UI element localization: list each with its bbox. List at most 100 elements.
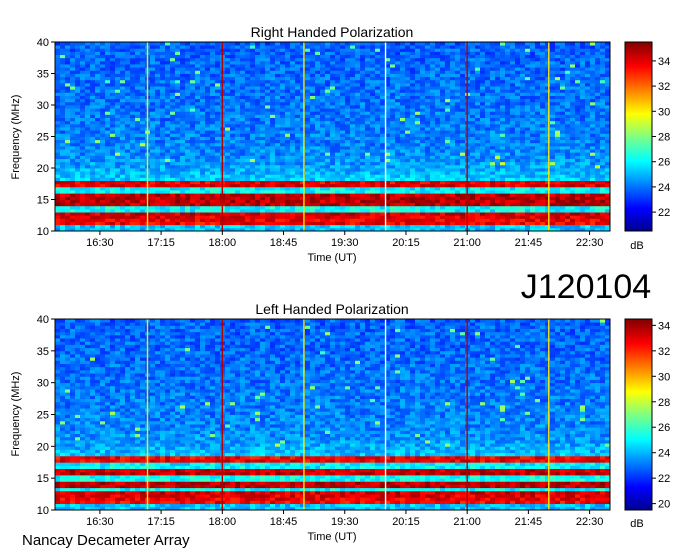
heatmap-cell [395, 98, 401, 103]
heatmap-cell [210, 174, 216, 178]
heatmap-cell [265, 149, 271, 153]
heatmap-cell [590, 89, 596, 93]
heatmap-cell [75, 186, 81, 191]
heatmap-cell [155, 186, 161, 191]
heatmap-cell [295, 152, 301, 156]
heatmap-cell [350, 164, 356, 169]
heatmap-cell [235, 105, 241, 109]
heatmap-cell [60, 89, 66, 93]
heatmap-cell [295, 212, 301, 216]
heatmap-cell [170, 208, 176, 213]
heatmap-cell [345, 186, 351, 191]
heatmap-cell [425, 199, 431, 204]
heatmap-cell [600, 89, 606, 93]
heatmap-cell [340, 171, 346, 175]
heatmap-cell [505, 117, 511, 122]
heatmap-cell [475, 117, 481, 122]
heatmap-cell [85, 212, 91, 216]
heatmap-cell [550, 142, 556, 147]
heatmap-cell [135, 149, 141, 153]
heatmap-cell [185, 180, 191, 185]
heatmap-cell [310, 186, 316, 191]
heatmap-cell [350, 149, 356, 153]
heatmap-cell [310, 221, 316, 226]
heatmap-cell [325, 221, 331, 226]
heatmap-cell [390, 164, 396, 169]
heatmap-cell [140, 177, 146, 181]
heatmap-cell [490, 193, 496, 197]
heatmap-cell [595, 161, 601, 166]
heatmap-cell [595, 171, 601, 175]
heatmap-cell [535, 186, 541, 191]
heatmap-cell [125, 193, 131, 197]
heatmap-cell [530, 174, 536, 178]
heatmap-cell [295, 105, 301, 109]
heatmap-cell [495, 152, 501, 156]
heatmap-cell [405, 205, 411, 210]
heatmap-cell [305, 208, 311, 213]
heatmap-cell [270, 92, 276, 96]
heatmap-cell [60, 105, 66, 109]
heatmap-cell [335, 196, 341, 200]
heatmap-cell [265, 101, 271, 106]
heatmap-cell [95, 139, 101, 144]
heatmap-cell [185, 193, 191, 197]
heatmap-cell [315, 202, 321, 207]
heatmap-cell [430, 136, 436, 141]
heatmap-cell [210, 205, 216, 210]
heatmap-cell [190, 149, 196, 153]
heatmap-cell [415, 215, 421, 219]
heatmap-cell [105, 171, 111, 175]
heatmap-cell [245, 199, 251, 204]
heatmap-cell [205, 98, 211, 103]
heatmap-cell [420, 199, 426, 204]
heatmap-cell [175, 127, 181, 131]
heatmap-cell [510, 114, 516, 118]
heatmap-cell [415, 202, 421, 207]
heatmap-cell [180, 145, 186, 150]
heatmap-cell [75, 196, 81, 200]
heatmap-cell [340, 224, 346, 229]
heatmap-cell [580, 193, 586, 197]
heatmap-cell [190, 221, 196, 226]
heatmap-cell [100, 161, 106, 166]
heatmap-cell [235, 199, 241, 204]
heatmap-cell [200, 177, 206, 181]
heatmap-cell [480, 139, 486, 144]
heatmap-cell [435, 89, 441, 93]
heatmap-cell [550, 221, 556, 226]
heatmap-cell [330, 193, 336, 197]
heatmap-cell [210, 218, 216, 222]
heatmap-cell [110, 152, 116, 156]
heatmap-cell [305, 95, 311, 100]
heatmap-cell [115, 158, 121, 163]
heatmap-cell [320, 111, 326, 115]
heatmap-cell [275, 174, 281, 178]
heatmap-cell [275, 183, 281, 188]
heatmap-cell [130, 111, 136, 115]
heatmap-cell [265, 136, 271, 141]
heatmap-cell [390, 127, 396, 131]
heatmap-cell [305, 161, 311, 166]
heatmap-cell [250, 205, 256, 210]
heatmap-cell [135, 95, 141, 100]
heatmap-cell [55, 114, 61, 118]
heatmap-cell [290, 130, 296, 134]
heatmap-cell [165, 183, 171, 188]
heatmap-cell [90, 224, 96, 229]
heatmap-cell [85, 127, 91, 131]
heatmap-cell [65, 114, 71, 118]
heatmap-cell [365, 127, 371, 131]
heatmap-cell [595, 139, 601, 144]
heatmap-cell [335, 111, 341, 115]
heatmap-cell [400, 108, 406, 112]
heatmap-cell [540, 145, 546, 150]
heatmap-cell [90, 108, 96, 112]
heatmap-cell [390, 199, 396, 204]
heatmap-cell [560, 149, 566, 153]
heatmap-cell [555, 180, 561, 185]
heatmap-cell [190, 105, 196, 109]
heatmap-cell [540, 101, 546, 106]
heatmap-cell [280, 127, 286, 131]
heatmap-cell [225, 98, 231, 103]
